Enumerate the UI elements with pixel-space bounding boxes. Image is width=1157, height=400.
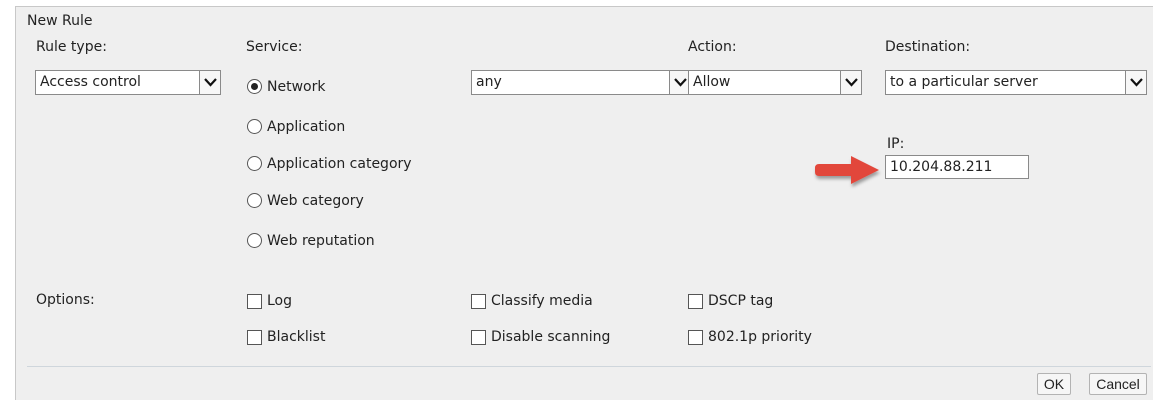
options-label: Options: [36, 292, 95, 308]
option-label: Log [267, 293, 293, 309]
action-label: Action: [688, 39, 737, 55]
dialog-title: New Rule [27, 13, 93, 29]
new-rule-dialog: New Rule Rule type: Service: Action: Des… [15, 6, 1153, 400]
service-option-label: Web category [267, 193, 364, 209]
chevron-down-icon[interactable] [840, 70, 862, 95]
service-option-label: Application category [267, 156, 412, 172]
network-select[interactable]: any [471, 70, 691, 95]
rule-type-label: Rule type: [36, 39, 107, 55]
radio-network[interactable] [247, 79, 262, 94]
option-label: Blacklist [267, 329, 326, 345]
cancel-button[interactable]: Cancel [1089, 373, 1147, 395]
checkbox-log[interactable] [247, 294, 262, 309]
checkbox-8021p-priority[interactable] [688, 330, 703, 345]
rule-type-select[interactable]: Access control [35, 70, 221, 95]
footer-divider [27, 366, 1151, 367]
radio-web-category[interactable] [247, 193, 262, 208]
service-option-label: Web reputation [267, 233, 375, 249]
checkbox-blacklist[interactable] [247, 330, 262, 345]
rule-type-value: Access control [40, 74, 141, 90]
radio-web-reputation[interactable] [247, 233, 262, 248]
destination-label: Destination: [885, 39, 971, 55]
checkbox-classify-media[interactable] [471, 294, 486, 309]
destination-select[interactable]: to a particular server [885, 70, 1147, 95]
service-option-label: Application [267, 119, 346, 135]
action-value: Allow [693, 74, 731, 90]
option-label: Classify media [491, 293, 593, 309]
service-option-label: Network [267, 79, 326, 95]
ip-field[interactable] [885, 155, 1029, 179]
ok-button[interactable]: OK [1037, 373, 1071, 395]
option-label: 802.1p priority [708, 329, 812, 345]
red-arrow-icon [815, 156, 879, 184]
network-value: any [476, 74, 502, 90]
service-label: Service: [246, 39, 303, 55]
chevron-down-icon[interactable] [199, 70, 221, 95]
radio-application-category[interactable] [247, 156, 262, 171]
destination-value: to a particular server [890, 74, 1038, 90]
ip-label: IP: [887, 136, 905, 152]
action-select[interactable]: Allow [688, 70, 862, 95]
chevron-down-icon[interactable] [1125, 70, 1147, 95]
option-label: Disable scanning [491, 329, 611, 345]
radio-application[interactable] [247, 119, 262, 134]
checkbox-disable-scanning[interactable] [471, 330, 486, 345]
checkbox-dscp-tag[interactable] [688, 294, 703, 309]
option-label: DSCP tag [708, 293, 774, 309]
